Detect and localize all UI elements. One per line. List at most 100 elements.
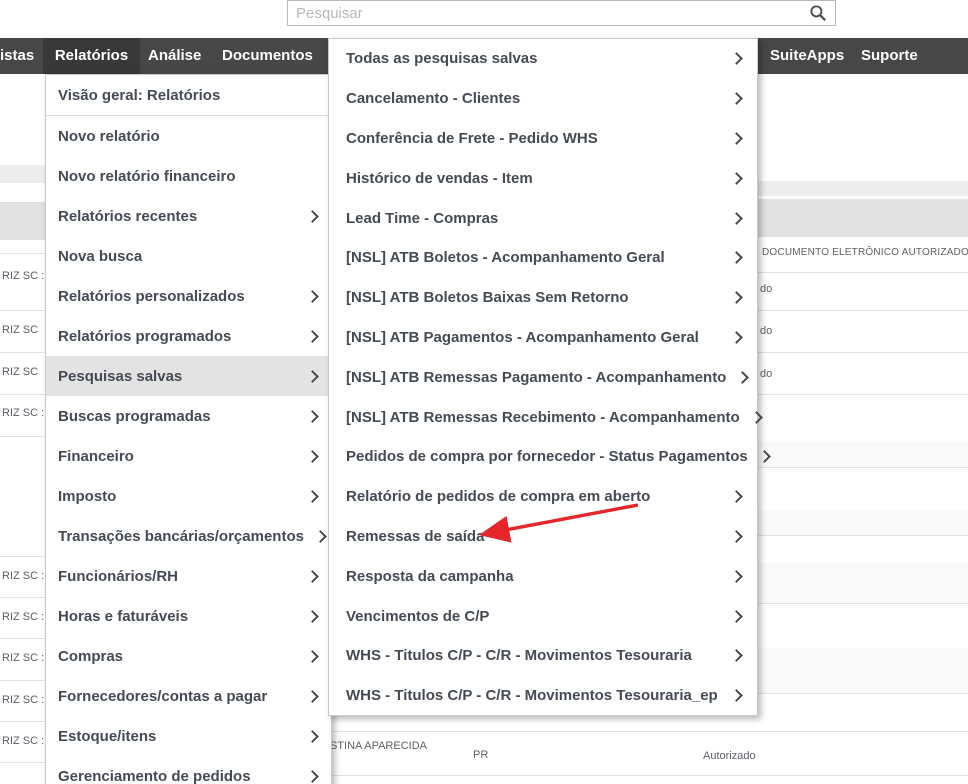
menu-item-nova-busca[interactable]: Nova busca <box>46 236 331 276</box>
menu-item-funcion-rios-rh[interactable]: Funcionários/RH <box>46 556 331 596</box>
menu-item-nsl-atb-boletos-acompanhamento-geral[interactable]: [NSL] ATB Boletos - Acompanhamento Geral <box>329 238 757 278</box>
menu-item-pedidos-de-compra-por-fornecedor-status-pagamentos[interactable]: Pedidos de compra por fornecedor - Statu… <box>329 437 757 477</box>
bg-row-divider <box>0 556 45 557</box>
bg-row-divider <box>328 731 968 732</box>
menu-item-whs-titulos-c-p-c-r-movimentos-tesouraria[interactable]: WHS - Titulos C/P - C/R - Movimentos Tes… <box>329 636 757 676</box>
menu-item-cancelamento-clientes[interactable]: Cancelamento - Clientes <box>329 79 757 119</box>
chevron-right-icon <box>750 411 763 424</box>
nav-item-an-lise[interactable]: Análise <box>148 38 201 74</box>
chevron-right-icon <box>730 252 743 265</box>
bg-left-row-fragment: RIZ SC : <box>2 570 44 582</box>
bg-left-row-fragment: RIZ SC <box>2 366 38 378</box>
menu-item-imposto[interactable]: Imposto <box>46 476 331 516</box>
menu-item-compras[interactable]: Compras <box>46 636 331 676</box>
chevron-right-icon <box>730 291 743 304</box>
bg-band-light-left <box>0 165 45 183</box>
chevron-right-icon <box>730 570 743 583</box>
menu-item-transa-es-banc-rias-or-amentos[interactable]: Transações bancárias/orçamentos <box>46 516 331 556</box>
nav-item-documentos[interactable]: Documentos <box>222 38 313 74</box>
chevron-right-icon <box>306 570 319 583</box>
menu-item-financeiro[interactable]: Financeiro <box>46 436 331 476</box>
bg-row-divider <box>758 272 968 273</box>
menu-pesquisas-salvas: Todas as pesquisas salvas Cancelamento - … <box>328 38 758 716</box>
menu-item-horas-e-fatur-veis[interactable]: Horas e faturáveis <box>46 596 331 636</box>
chevron-right-icon <box>314 530 327 543</box>
chevron-right-icon <box>306 370 319 383</box>
bg-column-header: DOCUMENTO ELETRÔNICO AUTORIZADO <box>762 247 968 258</box>
chevron-right-icon <box>730 530 743 543</box>
bg-row-divider <box>0 597 45 598</box>
menu-item-resposta-da-campanha[interactable]: Resposta da campanha <box>329 556 757 596</box>
menu-item-label: Novo relatório <box>58 128 160 145</box>
menu-item-label: Lead Time - Compras <box>346 210 498 227</box>
menu-item-label: Estoque/itens <box>58 728 156 745</box>
menu-item-novo-relat-rio-financeiro[interactable]: Novo relatório financeiro <box>46 156 331 196</box>
menu-item-label: Visão geral: Relatórios <box>58 87 220 104</box>
menu-relatorios: Visão geral: Relatórios Novo relatório Nov… <box>45 74 332 784</box>
chevron-right-icon <box>730 92 743 105</box>
menu-item-label: Conferência de Frete - Pedido WHS <box>346 130 598 147</box>
chevron-right-icon <box>306 730 319 743</box>
chevron-right-icon <box>306 610 319 623</box>
menu-item-label: Fornecedores/contas a pagar <box>58 688 267 705</box>
menu-item-label: Financeiro <box>58 448 134 465</box>
bg-left-row-fragment: RIZ SC : <box>2 652 44 664</box>
search-input[interactable] <box>288 5 809 22</box>
bg-right-row-fragment: do <box>760 325 772 337</box>
menu-item-remessas-de-sa-da[interactable]: Remessas de saída <box>329 517 757 557</box>
menu-item-label: Vencimentos de C/P <box>346 608 489 625</box>
menu-item-buscas-programadas[interactable]: Buscas programadas <box>46 396 331 436</box>
menu-item-nsl-atb-remessas-pagamento-acompanhamento[interactable]: [NSL] ATB Remessas Pagamento - Acompanha… <box>329 357 757 397</box>
chevron-right-icon <box>306 490 319 503</box>
chevron-right-icon <box>730 331 743 344</box>
nav-item-suporte[interactable]: Suporte <box>861 38 918 74</box>
menu-item-nsl-atb-boletos-baixas-sem-retorno[interactable]: [NSL] ATB Boletos Baixas Sem Retorno <box>329 278 757 318</box>
menu-item-label: Buscas programadas <box>58 408 211 425</box>
chevron-right-icon <box>730 610 743 623</box>
menu-item-label: Relatórios recentes <box>58 208 197 225</box>
nav-item-suiteapps[interactable]: SuiteApps <box>770 38 844 74</box>
menu-item-label: Cancelamento - Clientes <box>346 90 520 107</box>
bg-row-divider <box>328 775 968 776</box>
menu-item-lead-time-compras[interactable]: Lead Time - Compras <box>329 198 757 238</box>
bg-left-row-fragment: RIZ SC : <box>2 407 44 419</box>
search-icon[interactable] <box>809 4 827 22</box>
menu-item-relat-rios-programados[interactable]: Relatórios programados <box>46 316 331 356</box>
chevron-right-icon <box>306 690 319 703</box>
menu-item-hist-rico-de-vendas-item[interactable]: Histórico de vendas - Item <box>329 158 757 198</box>
nav-item-relat-rios[interactable]: Relatórios <box>43 38 140 74</box>
nav-item-istas[interactable]: istas <box>0 38 34 74</box>
menu-item-relat-rios-recentes[interactable]: Relatórios recentes <box>46 196 331 236</box>
menu-item-novo-relat-rio[interactable]: Novo relatório <box>46 116 331 156</box>
menu-item-gerenciamento-de-pedidos[interactable]: Gerenciamento de pedidos <box>46 756 331 784</box>
bg-row-name: STINA APARECIDA <box>330 740 427 752</box>
menu-item-nsl-atb-remessas-recebimento-acompanhamento[interactable]: [NSL] ATB Remessas Recebimento - Acompan… <box>329 397 757 437</box>
menu-item-vis-o-geral-relat-rios[interactable]: Visão geral: Relatórios <box>46 75 331 115</box>
chevron-right-icon <box>306 210 319 223</box>
bg-row-uf: PR <box>473 749 488 761</box>
menu-item-pesquisas-salvas[interactable]: Pesquisas salvas <box>46 356 331 396</box>
menu-item-label: Transações bancárias/orçamentos <box>58 528 304 545</box>
chevron-right-icon <box>306 290 319 303</box>
menu-item-confer-ncia-de-frete-pedido-whs[interactable]: Conferência de Frete - Pedido WHS <box>329 119 757 159</box>
chevron-right-icon <box>306 770 319 783</box>
menu-item-fornecedores-contas-a-pagar[interactable]: Fornecedores/contas a pagar <box>46 676 331 716</box>
menu-item-estoque-itens[interactable]: Estoque/itens <box>46 716 331 756</box>
menu-item-relat-rio-de-pedidos-de-compra-em-aberto[interactable]: Relatório de pedidos de compra em aberto <box>329 477 757 517</box>
bg-left-row-fragment: RIZ SC : <box>2 694 44 706</box>
page: DOCUMENTO ELETRÔNICO AUTORIZADO RIZ SC :… <box>0 0 968 784</box>
chevron-right-icon <box>306 410 319 423</box>
menu-item-nsl-atb-pagamentos-acompanhamento-geral[interactable]: [NSL] ATB Pagamentos - Acompanhamento Ge… <box>329 318 757 358</box>
menu-item-relat-rios-personalizados[interactable]: Relatórios personalizados <box>46 276 331 316</box>
menu-item-label: WHS - Titulos C/P - C/R - Movimentos Tes… <box>346 647 692 664</box>
menu-item-vencimentos-de-c-p[interactable]: Vencimentos de C/P <box>329 596 757 636</box>
menu-item-label: [NSL] ATB Pagamentos - Acompanhamento Ge… <box>346 329 699 346</box>
chevron-right-icon <box>730 212 743 225</box>
bg-row-status: Autorizado <box>703 750 756 762</box>
chevron-right-icon <box>730 172 743 185</box>
bg-row-divider <box>0 436 45 437</box>
bg-left-row-fragment: RIZ SC : <box>2 270 44 282</box>
bg-zebra-band <box>758 563 968 603</box>
menu-item-todas-as-pesquisas-salvas[interactable]: Todas as pesquisas salvas <box>329 39 757 79</box>
menu-item-whs-titulos-c-p-c-r-movimentos-tesouraria-ep[interactable]: WHS - Titulos C/P - C/R - Movimentos Tes… <box>329 676 757 716</box>
